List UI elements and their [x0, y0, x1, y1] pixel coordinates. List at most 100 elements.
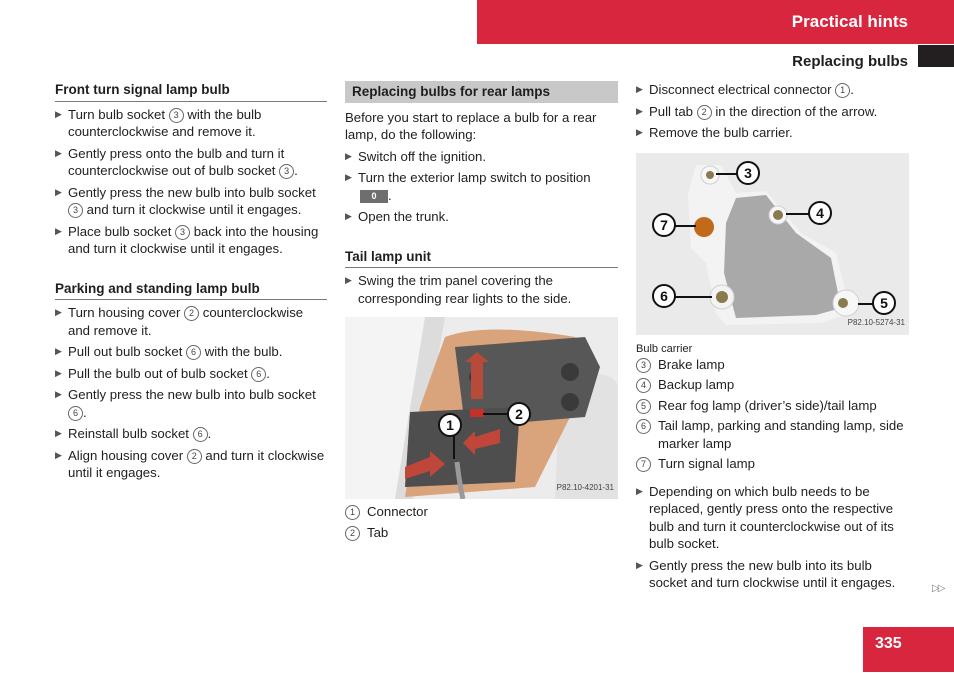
ref-number: 1 — [835, 83, 851, 98]
step-item: ▶ Gently press the new bulb into bulb soc… — [55, 387, 316, 421]
column-right: ▶ Disconnect electrical connector 1. ▶ Pul… — [636, 81, 909, 592]
figure-caption: Bulb carrier — [636, 342, 693, 355]
parking-lamp-heading: Parking and standing lamp bulb — [55, 280, 327, 300]
step-item: ▶ Turn the exterior lamp switch to positi… — [345, 170, 591, 203]
legend-item: 2 Tab — [345, 524, 618, 542]
ref-number: 3 — [168, 107, 184, 123]
step-item: ▶ Swing the trim panel covering the corre… — [345, 273, 572, 306]
bullet-icon: ▶ — [636, 485, 643, 496]
front-turn-signal-steps: ▶ Turn bulb socket 3 with the bulb counte… — [55, 106, 327, 258]
bullet-icon: ▶ — [55, 449, 62, 460]
step-item: ▶ Disconnect electrical connector 1. — [636, 82, 854, 98]
bullet-icon: ▶ — [55, 428, 62, 438]
ref-number: 1 — [345, 505, 360, 520]
callout-2: 2 — [507, 402, 531, 426]
removal-steps: ▶ Disconnect electrical connector 1. ▶ Pul… — [636, 81, 909, 142]
ref-number: 6 — [186, 345, 202, 360]
legend-item: 7 Turn signal lamp — [636, 455, 909, 473]
legend-item: 5 Rear fog lamp (driver’s side)/tail lamp — [636, 397, 909, 415]
callout-leader — [672, 295, 712, 298]
step-item: ▶ Remove the bulb carrier. — [636, 125, 793, 140]
page-number: 335 — [875, 635, 902, 652]
section-header-bar: Practical hints — [477, 0, 954, 44]
bullet-icon: ▶ — [55, 186, 62, 197]
ref-number: 4 — [636, 378, 651, 393]
ref-number: 2 — [696, 104, 712, 120]
bullet-icon: ▶ — [345, 150, 352, 161]
step-item: ▶ Pull the bulb out of bulb socket 6. — [55, 365, 270, 382]
preparation-steps: ▶ Switch off the ignition. ▶ Turn the exte… — [345, 148, 618, 226]
step-item: ▶ Open the trunk. — [345, 209, 449, 224]
callout-7: 7 — [652, 212, 676, 237]
legend-item: 6 Tail lamp, parking and standing lamp, s… — [636, 417, 909, 452]
callout-5: 5 — [872, 290, 896, 315]
ref-number: 3 — [279, 164, 295, 179]
step-item: ▶ Reinstall bulb socket 6. — [55, 426, 212, 442]
ref-number: 5 — [636, 398, 651, 414]
step-item: ▶ Gently press the new bulb into bulb soc… — [55, 184, 316, 218]
column-middle: Replacing bulbs for rear lamps Before yo… — [345, 81, 618, 541]
ref-number: 6 — [636, 419, 651, 434]
bullet-icon: ▶ — [636, 559, 643, 570]
ref-number: 6 — [68, 405, 83, 421]
step-item: ▶ Switch off the ignition. — [345, 148, 487, 164]
bullet-icon: ▶ — [55, 367, 62, 378]
rear-lamps-intro: Before you start to replace a bulb for a… — [345, 109, 597, 143]
figure1-legend: 1 Connector 2 Tab — [345, 503, 618, 541]
callout-1: 1 — [438, 413, 462, 437]
ref-number: 2 — [345, 525, 360, 541]
callout-6: 6 — [652, 283, 676, 308]
bullet-icon: ▶ — [636, 105, 643, 116]
figure-code: P82.10-4201-31 — [556, 482, 614, 492]
bulb-carrier-figure: 3 4 5 6 7 P82.10-5274-31 — [636, 152, 909, 335]
bullet-icon: ▶ — [55, 225, 62, 236]
parking-lamp-steps: ▶ Turn housing cover 2 counterclockwise a… — [55, 304, 327, 482]
legend-item: 4 Backup lamp — [636, 376, 909, 394]
bullet-icon: ▶ — [345, 172, 352, 182]
ref-number: 2 — [184, 306, 200, 321]
bullet-icon: ▶ — [55, 147, 62, 158]
ref-number: 3 — [636, 357, 651, 373]
tail-lamp-steps: ▶ Swing the trim panel covering the corre… — [345, 272, 618, 307]
subsection-title: Replacing bulbs — [792, 53, 908, 70]
bullet-icon: ▶ — [55, 346, 62, 356]
bullet-icon: ▶ — [345, 211, 352, 221]
ref-number: 6 — [192, 427, 208, 442]
step-item: ▶ Place bulb socket 3 back into the housi… — [55, 223, 319, 257]
bullet-icon: ▶ — [636, 84, 643, 94]
front-turn-signal-heading: Front turn signal lamp bulb — [55, 81, 327, 102]
legend-item: 3 Brake lamp — [636, 356, 909, 374]
bullet-icon: ▶ — [345, 275, 352, 285]
callout-leader — [716, 172, 738, 175]
subsection-marker — [918, 45, 954, 67]
ref-number: 3 — [68, 203, 83, 218]
bullet-icon: ▶ — [636, 127, 643, 137]
figure2-legend: 3 Brake lamp 4 Backup lamp 5 Rear fog lamp … — [636, 356, 909, 473]
callout-leader — [453, 435, 455, 459]
tail-lamp-figure: 1 2 P82.10-4201-31 — [345, 317, 618, 499]
step-item: ▶ Gently press the new bulb into its bulb… — [636, 557, 896, 591]
figure-code: P82.10-5274-31 — [847, 318, 905, 327]
tail-lamp-heading: Tail lamp unit — [345, 248, 618, 268]
step-item: ▶ Turn bulb socket 3 with the bulb counte… — [55, 106, 262, 140]
bulb-carrier-illustration — [636, 152, 909, 335]
ref-number: 7 — [636, 457, 651, 472]
legend-item: 1 Connector — [345, 503, 618, 521]
ref-number: 3 — [175, 224, 191, 240]
ref-number: 6 — [251, 366, 267, 382]
bullet-icon: ▶ — [55, 307, 62, 317]
callout-leader — [483, 413, 508, 415]
step-item: ▶ Align housing cover 2 and turn it clock… — [55, 447, 325, 481]
page-number-box: 335 — [863, 627, 954, 672]
step-item: ▶ Pull out bulb socket 6 with the bulb. — [55, 344, 283, 360]
step-item: ▶ Depending on which bulb needs to be rep… — [636, 483, 894, 552]
callout-3: 3 — [736, 160, 760, 185]
tail-lamp-illustration — [345, 317, 618, 499]
column-left: Front turn signal lamp bulb ▶ Turn bulb s… — [55, 81, 327, 482]
rear-lamps-heading: Replacing bulbs for rear lamps — [345, 81, 618, 103]
bullet-icon: ▶ — [55, 389, 62, 399]
bullet-icon: ▶ — [55, 108, 62, 119]
switch-position-badge: 0 — [360, 189, 388, 203]
step-item: ▶ Pull tab 2 in the direction of the arro… — [636, 103, 878, 120]
continue-icon: ▷▷ — [932, 583, 945, 594]
